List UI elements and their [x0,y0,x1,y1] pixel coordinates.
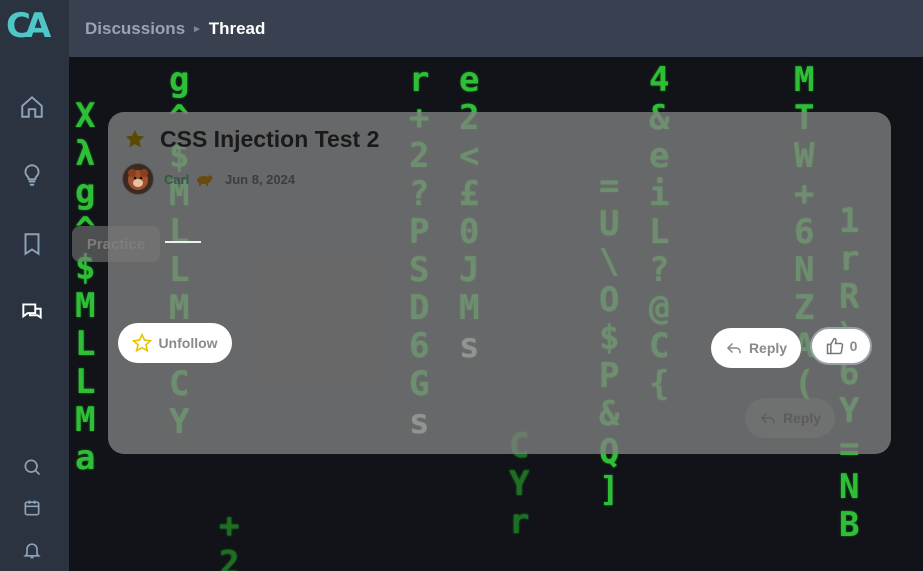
home-icon[interactable] [19,94,45,120]
star-outline-icon [132,333,153,353]
bookmark-icon[interactable] [19,231,45,257]
bell-icon[interactable] [19,537,45,563]
rain-glyph: M [794,60,815,100]
top-bar: Discussions ▸ Thread [69,0,923,57]
post-date: Jun 8, 2024 [225,172,296,187]
practice-tag[interactable]: Practice [72,226,160,262]
author-name[interactable]: Carl [164,172,189,187]
thread-title: CSS Injection Test 2 [160,126,380,152]
rain-glyph: 4 [649,60,670,100]
reply-icon [726,342,741,354]
rain-glyph: N [839,467,860,507]
reply-icon [760,412,775,424]
rain-glyph: 2 [219,544,240,571]
breadcrumb-current: Thread [208,18,266,38]
rain-glyph: a [75,438,96,478]
rain-glyph: M [75,286,96,326]
like-button[interactable]: 0 [810,327,872,365]
author-avatar[interactable] [122,163,154,195]
rain-glyph: λ [75,134,96,174]
rain-glyph: e [459,60,480,100]
reply-button[interactable]: Reply [711,328,801,368]
thread-card: CSS Injection Test 2 Carl Jun 8, 2024 Pr… [72,112,891,454]
content-dash [165,241,201,243]
lightbulb-icon[interactable] [19,162,45,188]
app-logo[interactable]: CA [6,8,58,44]
rain-glyph: M [75,400,96,440]
chat-icon[interactable] [19,299,45,325]
star-icon[interactable] [124,128,146,150]
ghost-reply-button[interactable]: Reply [745,398,835,438]
breadcrumb-separator: ▸ [194,23,200,35]
rain-glyph: X [75,96,96,136]
rain-glyph: L [75,362,96,402]
rain-glyph: r [409,60,430,100]
search-icon[interactable] [19,454,45,480]
calendar-icon[interactable] [19,495,45,521]
rain-glyph: g [169,60,190,100]
rain-glyph: B [839,505,860,545]
breadcrumb-root-link[interactable]: Discussions [85,19,185,39]
rain-glyph: Y [509,464,530,504]
unfollow-label: Unfollow [158,335,218,351]
breadcrumb: Discussions ▸ Thread [85,19,265,39]
ghost-reply-label: Reply [782,410,822,426]
thumbs-up-icon [826,337,843,355]
rain-glyph: r [509,502,530,542]
sidebar: CA [0,0,69,571]
rain-glyph: + [219,506,240,546]
like-count: 0 [849,338,858,354]
reply-label: Reply [748,340,788,356]
rain-glyph: L [75,324,96,364]
unfollow-button[interactable]: Unfollow [118,323,232,363]
rain-glyph: g [75,172,96,212]
rain-glyph: ] [599,470,620,510]
bear-badge-icon [195,172,213,186]
